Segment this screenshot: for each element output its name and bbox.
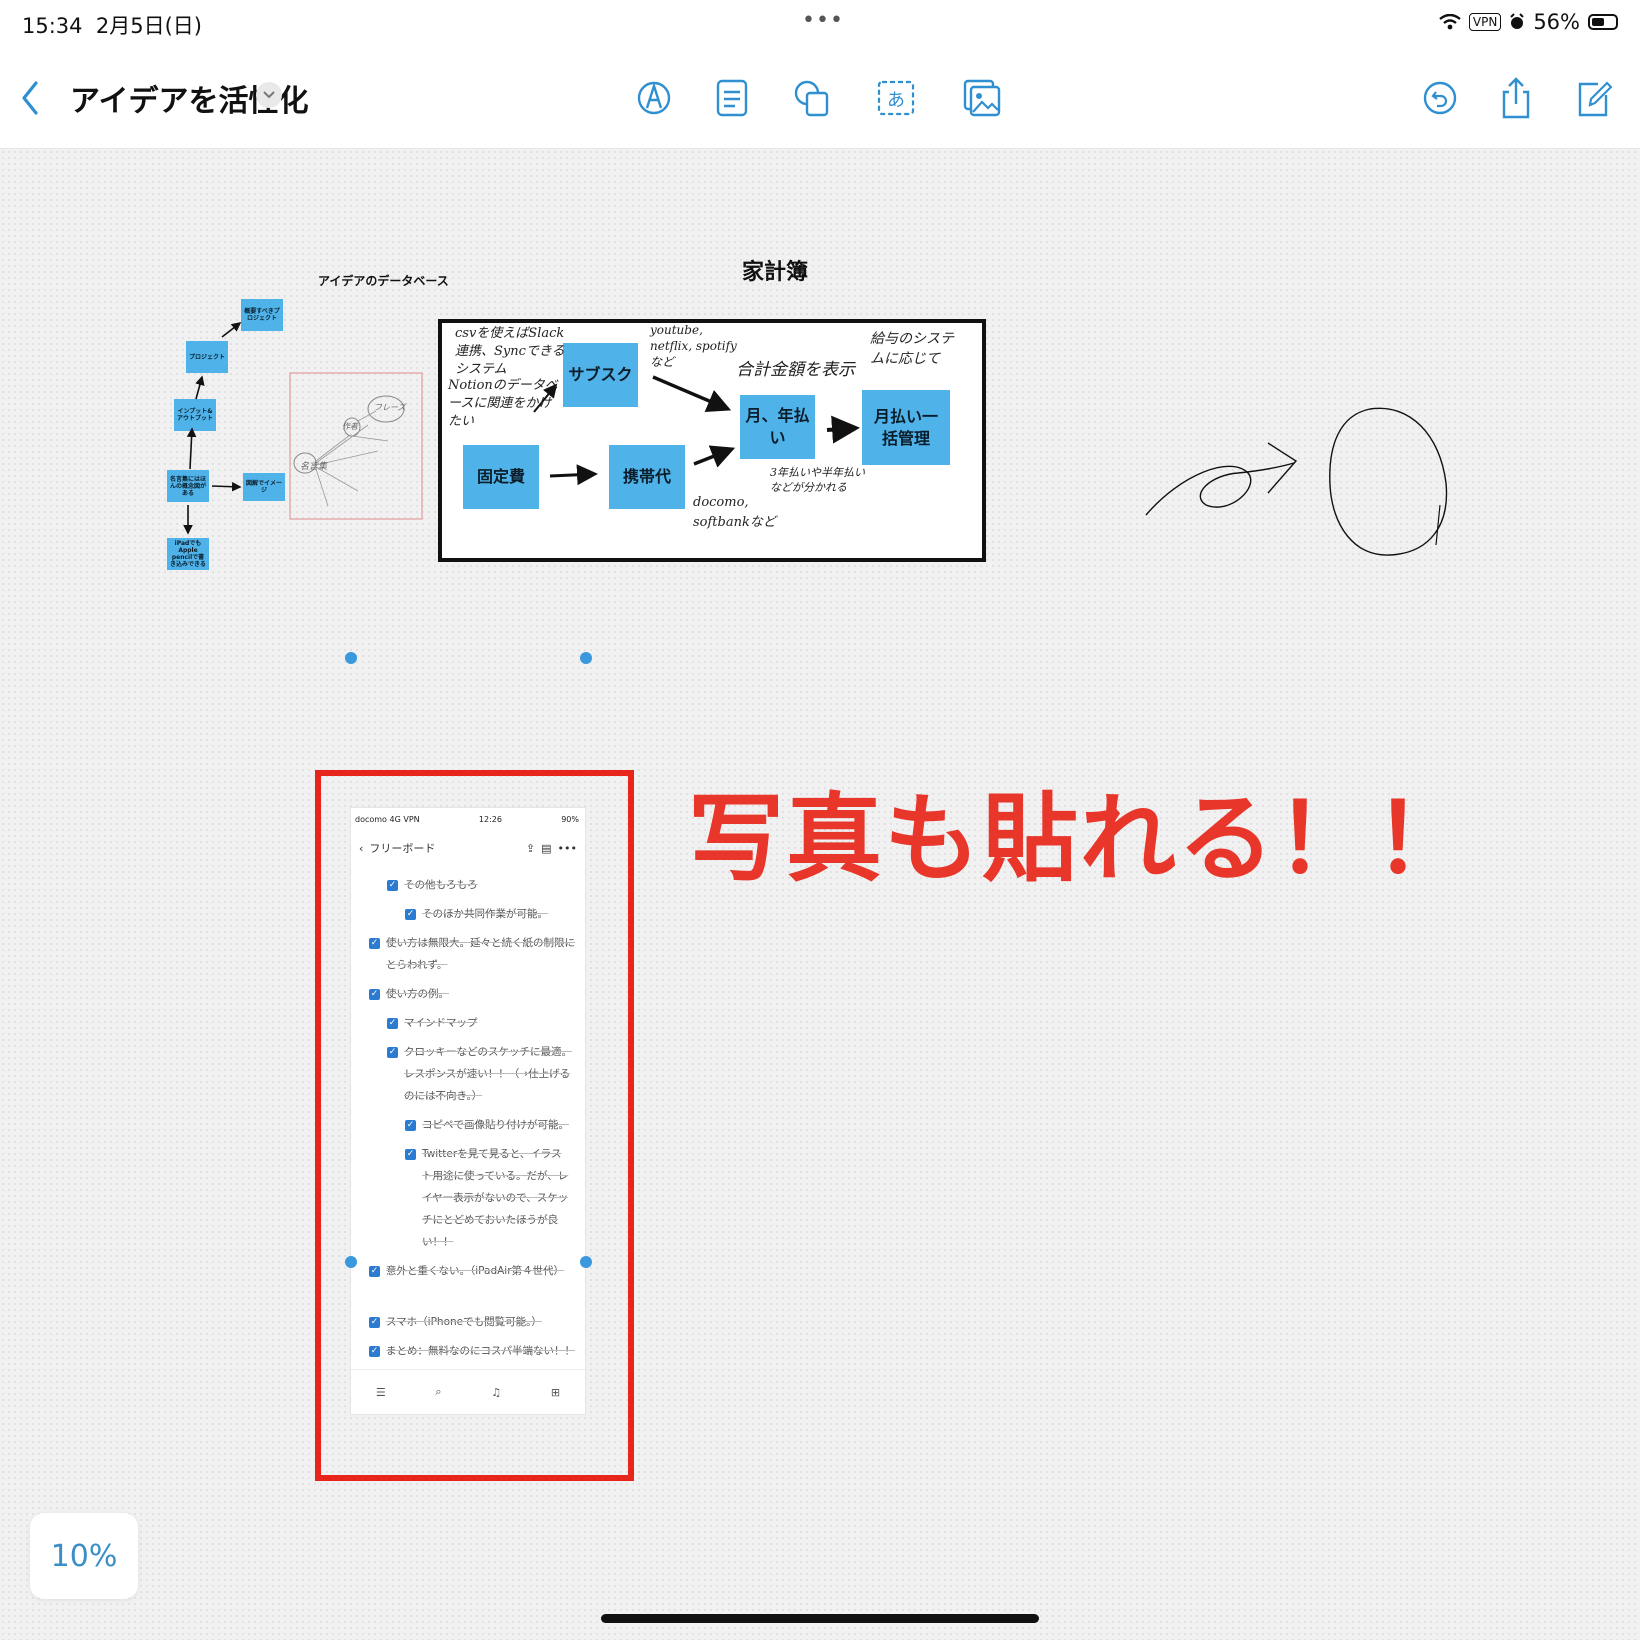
checkbox[interactable]: ✓ (369, 1266, 380, 1277)
pen-tool-button[interactable] (630, 74, 678, 122)
resize-handle[interactable] (580, 1256, 592, 1268)
shapes-button[interactable] (788, 74, 836, 122)
chevron-left-icon (22, 81, 38, 115)
checkbox[interactable]: ✓ (369, 938, 380, 949)
checklist-item: 意外と重くない。（iPadAir第４世代） (386, 1265, 565, 1277)
caption-text[interactable]: 写真も貼れる！！ (688, 761, 1472, 900)
flow-note: docomo, softbankなど (693, 495, 776, 530)
new-board-button[interactable] (1570, 74, 1618, 122)
flow-note: youtube, netflix, spotifyなど (650, 323, 737, 369)
compose-icon (1578, 81, 1612, 117)
mindmap-sketch (289, 372, 423, 520)
comment-icon: ▤ (541, 841, 552, 855)
checklist-item: コピペで画像貼り付けが可能。 (422, 1119, 569, 1131)
freeform-canvas[interactable]: アイデアのデータベース 概要すべきプロジェクト プロジェクト インプット&アウト… (0, 149, 1640, 1640)
title-menu-button[interactable] (256, 82, 282, 108)
checkbox[interactable]: ✓ (369, 1346, 380, 1357)
resize-handle[interactable] (345, 1256, 357, 1268)
undo-icon (1423, 81, 1457, 115)
media-button[interactable] (958, 74, 1006, 122)
pen-icon (637, 81, 671, 115)
flow-note: 合計金額を表示 (736, 360, 855, 380)
checkbox[interactable]: ✓ (405, 909, 416, 920)
back-button[interactable] (6, 74, 54, 122)
resize-handle[interactable] (345, 652, 357, 664)
alarm-icon (1510, 13, 1525, 29)
share-icon: ⇪ (525, 841, 536, 855)
mindmap-title: アイデアのデータベース (318, 274, 449, 288)
multitask-dots[interactable]: ••• (802, 8, 844, 33)
checklist-item: そのほか共同作業が可能。 (422, 908, 548, 920)
checkbox[interactable]: ✓ (369, 1317, 380, 1328)
checkbox[interactable]: ✓ (387, 880, 398, 891)
flow-title: 家計簿 (742, 260, 809, 285)
chevron-down-icon (263, 91, 275, 99)
toolbar: アイデアを活性化 あ (0, 48, 1640, 149)
checklist-item: 使い方は無限大。延々と続く紙の制限にとらわれず。 (386, 937, 575, 971)
status-bar: 15:34 2月5日(日) ••• VPN 56% (0, 0, 1640, 48)
sketch-label: フレーズ (374, 403, 406, 412)
list-icon: ☰ (375, 1385, 386, 1399)
battery-icon (1588, 14, 1618, 30)
checklist-item: その他もろもろ (404, 879, 478, 891)
checklist-item: スマホ（iPhoneでも閲覧可能。） (386, 1316, 542, 1328)
flow-note: Notionのデータベースに関連をかけたい (448, 378, 558, 429)
shapes-icon (794, 80, 829, 117)
sketch-label: 名言集 (300, 462, 328, 472)
search-icon: ⌕ (435, 1385, 442, 1398)
status-time: 15:34 2月5日(日) (22, 14, 202, 38)
flow-note: 3年払いや半年払いなどが分かれる (770, 466, 865, 494)
battery-percent: 56% (1533, 10, 1580, 34)
photo-icon (963, 79, 1001, 117)
freehand-doodle[interactable] (1140, 405, 1460, 575)
resize-handle[interactable] (580, 652, 592, 664)
checklist-item: 使い方の例。 (386, 988, 449, 1000)
checklist-item: まとめ：無料なのにコスパ半端ない！！ (386, 1345, 575, 1357)
sticky-note-button[interactable] (708, 74, 756, 122)
more-icon: ••• (557, 841, 577, 855)
checklist-item: マインドマップ (404, 1017, 478, 1029)
flow-note: 給与のシステムに応じて (870, 331, 954, 367)
share-icon (1502, 77, 1530, 119)
vpn-badge: VPN (1468, 13, 1502, 31)
chevron-left-icon: ‹ (359, 841, 364, 855)
status-indicators: VPN 56% (1439, 10, 1618, 34)
undo-button[interactable] (1416, 74, 1464, 122)
checklist-item: Twitterを見て見ると、イラスト用途に使っている。だが、レイヤー表示がないの… (422, 1148, 569, 1248)
text-box-button[interactable]: あ (872, 74, 920, 122)
add-icon: ⊞ (550, 1385, 561, 1399)
wifi-icon (1439, 14, 1461, 30)
text-box-icon: あ (877, 80, 915, 116)
sketch-label: 作者 (342, 422, 358, 431)
checklist-item: クロッキーなどのスケッチに最適。レスポンスが速い！！（→仕上げるのには不向き。） (404, 1046, 572, 1102)
screenshot-status-bar: docomo 4G VPN 12:26 90% (355, 814, 579, 824)
checkbox[interactable]: ✓ (405, 1120, 416, 1131)
checkbox[interactable]: ✓ (405, 1149, 416, 1160)
flow-note: csvを使えばSlack連携、Syncできるシステム (455, 326, 565, 377)
checkbox[interactable]: ✓ (369, 989, 380, 1000)
checkbox[interactable]: ✓ (387, 1047, 398, 1058)
share-button[interactable] (1492, 74, 1540, 122)
screenshot-header: ‹ フリーボード ⇪ ▤ ••• (359, 838, 577, 858)
pasted-screenshot[interactable]: docomo 4G VPN 12:26 90% ‹ フリーボード ⇪ ▤ •••… (350, 807, 586, 1415)
bell-icon: ♫ (491, 1385, 502, 1399)
note-icon (716, 79, 748, 117)
screenshot-title: フリーボード (369, 842, 436, 855)
zoom-indicator[interactable]: 10% (30, 1513, 138, 1599)
home-indicator[interactable] (601, 1614, 1039, 1623)
checkbox[interactable]: ✓ (387, 1018, 398, 1029)
svg-text:あ: あ (887, 90, 905, 111)
screenshot-tabbar: ☰ ⌕ ♫ ⊞ (351, 1369, 585, 1414)
